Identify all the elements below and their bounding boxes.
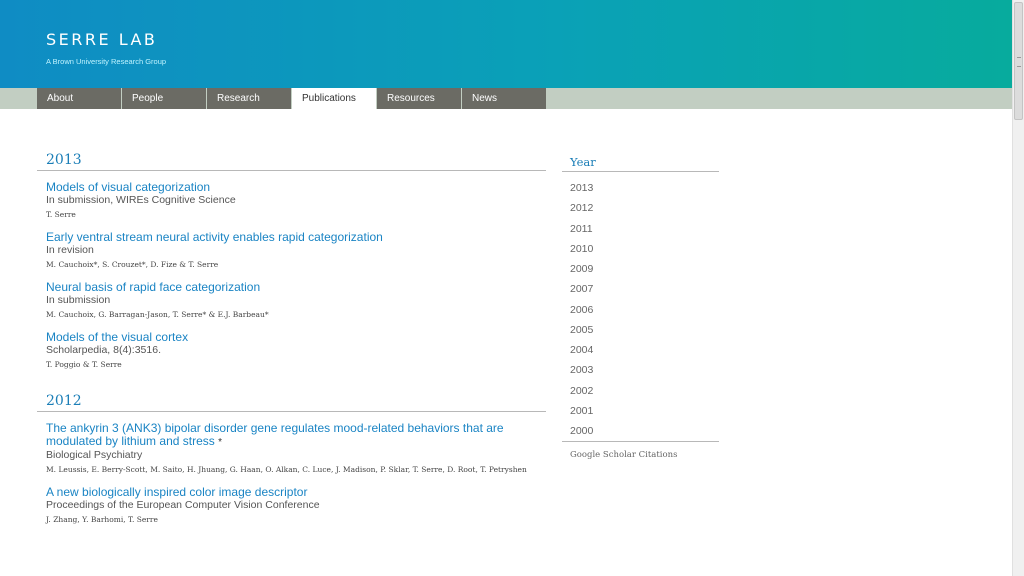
year-section-2013: 2013 Models of visual categorization In … bbox=[37, 148, 546, 369]
publication-authors: T. Poggio & T. Serre bbox=[46, 360, 122, 369]
publication-venue: In submission, WIREs Cognitive Science bbox=[46, 194, 236, 206]
year-link-2006[interactable]: 2006 bbox=[562, 300, 719, 320]
year-heading: 2012 bbox=[37, 389, 546, 412]
page: SERRE LAB A Brown University Research Gr… bbox=[0, 0, 1024, 576]
publication-title-text: The ankyrin 3 (ANK3) bipolar disorder ge… bbox=[46, 421, 504, 448]
nav-tab-about[interactable]: About bbox=[37, 88, 121, 109]
publication-title-link[interactable]: Models of the visual cortex bbox=[46, 331, 546, 344]
publication-authors: M. Leussis, E. Berry-Scott, M. Saito, H.… bbox=[46, 465, 527, 474]
publication-venue: Proceedings of the European Computer Vis… bbox=[46, 499, 320, 511]
publications-list: 2013 Models of visual categorization In … bbox=[37, 148, 546, 536]
year-link-2004[interactable]: 2004 bbox=[562, 340, 719, 360]
year-heading: 2013 bbox=[37, 148, 546, 171]
scrollbar-thumb[interactable] bbox=[1014, 2, 1023, 120]
google-scholar-citations-link[interactable]: Google Scholar Citations bbox=[562, 450, 719, 460]
nav-tab-research[interactable]: Research bbox=[207, 88, 291, 109]
site-title[interactable]: SERRE LAB bbox=[46, 30, 157, 49]
publication-venue: Scholarpedia, 8(4):3516. bbox=[46, 344, 161, 356]
publication-item: The ankyrin 3 (ANK3) bipolar disorder ge… bbox=[37, 422, 546, 475]
sidebar-heading: Year bbox=[562, 152, 719, 172]
year-link-2002[interactable]: 2002 bbox=[562, 381, 719, 401]
site-subtitle: A Brown University Research Group bbox=[46, 57, 167, 66]
year-sidebar: Year 2013 2012 2011 2010 2009 2007 2006 … bbox=[562, 152, 719, 460]
vertical-scrollbar[interactable] bbox=[1012, 0, 1024, 576]
site-header: SERRE LAB A Brown University Research Gr… bbox=[0, 0, 1012, 88]
year-link-2000[interactable]: 2000 bbox=[562, 421, 719, 441]
publication-title-link[interactable]: Models of visual categorization bbox=[46, 181, 546, 194]
publication-title-link[interactable]: Neural basis of rapid face categorizatio… bbox=[46, 281, 546, 294]
year-section-2012: 2012 The ankyrin 3 (ANK3) bipolar disord… bbox=[37, 389, 546, 524]
year-link-2012[interactable]: 2012 bbox=[562, 198, 719, 218]
year-link-2013[interactable]: 2013 bbox=[562, 178, 719, 198]
nav-tab-people[interactable]: People bbox=[122, 88, 206, 109]
scrollbar-grip-icon bbox=[1017, 57, 1021, 67]
nav-tab-news[interactable]: News bbox=[462, 88, 546, 109]
publication-authors: M. Cauchoix*, S. Crouzet*, D. Fize & T. … bbox=[46, 260, 219, 269]
publication-item: Models of visual categorization In submi… bbox=[37, 181, 546, 220]
publication-item: A new biologically inspired color image … bbox=[37, 486, 546, 525]
year-link-2003[interactable]: 2003 bbox=[562, 360, 719, 380]
publication-venue: In submission bbox=[46, 294, 111, 306]
year-link-2011[interactable]: 2011 bbox=[562, 219, 719, 239]
publication-authors: M. Cauchoix, G. Barragan-Jason, T. Serre… bbox=[46, 310, 269, 319]
publication-item: Models of the visual cortex Scholarpedia… bbox=[37, 331, 546, 370]
year-link-2007[interactable]: 2007 bbox=[562, 279, 719, 299]
year-link-2009[interactable]: 2009 bbox=[562, 259, 719, 279]
year-link-2005[interactable]: 2005 bbox=[562, 320, 719, 340]
nav-tab-resources[interactable]: Resources bbox=[377, 88, 461, 109]
publication-title-link[interactable]: The ankyrin 3 (ANK3) bipolar disorder ge… bbox=[46, 422, 546, 449]
publication-venue: Biological Psychiatry bbox=[46, 449, 143, 461]
title-marker: * bbox=[218, 437, 222, 448]
publication-authors: T. Serre bbox=[46, 210, 76, 219]
publication-title-link[interactable]: Early ventral stream neural activity ena… bbox=[46, 231, 546, 244]
year-list: 2013 2012 2011 2010 2009 2007 2006 2005 … bbox=[562, 178, 719, 441]
publication-authors: J. Zhang, Y. Barhomi, T. Serre bbox=[46, 515, 158, 524]
publication-item: Neural basis of rapid face categorizatio… bbox=[37, 281, 546, 320]
publication-venue: In revision bbox=[46, 244, 94, 256]
year-link-2010[interactable]: 2010 bbox=[562, 239, 719, 259]
publication-title-link[interactable]: A new biologically inspired color image … bbox=[46, 486, 546, 499]
publication-item: Early ventral stream neural activity ena… bbox=[37, 231, 546, 270]
nav-tabs: About People Research Publications Resou… bbox=[37, 88, 547, 109]
year-link-2001[interactable]: 2001 bbox=[562, 401, 719, 421]
nav-tab-publications[interactable]: Publications bbox=[292, 88, 376, 109]
sidebar-divider bbox=[562, 441, 719, 443]
